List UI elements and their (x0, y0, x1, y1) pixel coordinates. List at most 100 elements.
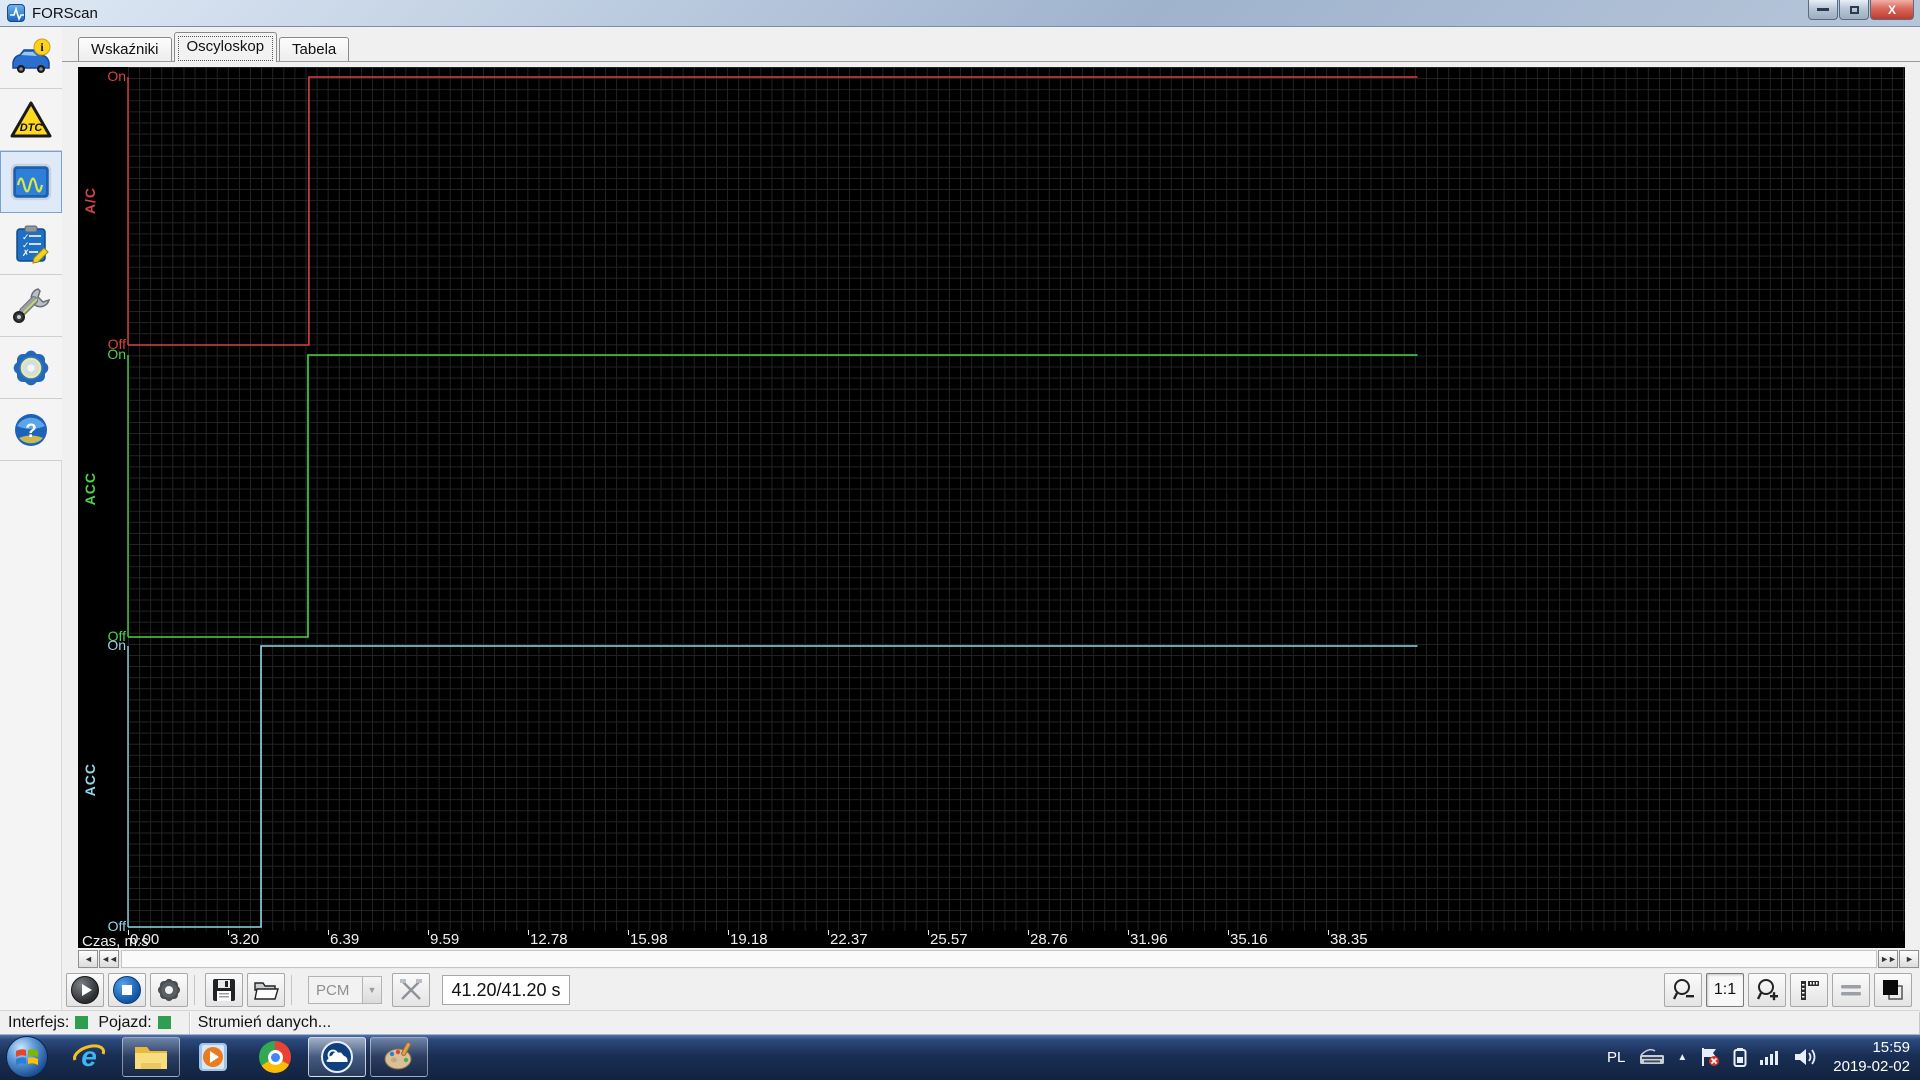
taskbar-item-paint[interactable] (370, 1037, 428, 1077)
trace-ac (128, 77, 1418, 345)
paint-icon (382, 1041, 416, 1073)
sidebar-item-service[interactable] (0, 275, 62, 337)
open-button[interactable] (247, 973, 285, 1007)
state-label: On (80, 638, 126, 653)
x-tick-label: 0.00 (128, 931, 159, 948)
record-settings-button[interactable] (150, 973, 188, 1007)
play-icon (71, 976, 99, 1004)
state-label: On (80, 69, 126, 84)
scroll-right-icon[interactable]: ► (1899, 950, 1919, 968)
open-folder-icon (252, 977, 280, 1003)
x-tick-label: 31.96 (1128, 931, 1168, 948)
battery-icon[interactable] (1733, 1047, 1747, 1067)
forscan-icon (320, 1040, 354, 1074)
activity-panel: Strumień danych... (190, 1012, 1920, 1034)
taskbar-item-forscan[interactable] (308, 1037, 366, 1077)
svg-text:?: ? (25, 421, 37, 442)
tab-oscyloskop[interactable]: Oscyloskop (174, 32, 278, 62)
trace-acc (128, 646, 1418, 927)
sidebar-item-help[interactable]: ? (0, 399, 62, 461)
sidebar-item-oscilloscope[interactable] (0, 151, 62, 213)
sidebar-item-tests[interactable]: ✓ ✓ ✗ (0, 213, 62, 275)
lines-icon (1838, 977, 1864, 1003)
sidebar-item-vehicle-info[interactable]: i (0, 27, 62, 89)
chevron-down-icon[interactable]: ▼ (362, 977, 381, 1003)
module-select[interactable]: PCM ▼ (308, 976, 382, 1004)
module-select-value: PCM (309, 982, 362, 999)
x-tick-label: 6.39 (328, 931, 359, 948)
crossed-probes-icon (398, 977, 424, 1003)
title-bar: FORScan X (0, 0, 1920, 27)
x-tick-label: 15.98 (628, 931, 668, 948)
keyboard-language[interactable]: PL (1607, 1049, 1625, 1066)
keyboard-icon[interactable] (1639, 1049, 1665, 1065)
scroll-right-fast-icon[interactable]: ►► (1878, 950, 1898, 968)
x-tick-label: 22.37 (828, 931, 868, 948)
oscilloscope-icon (10, 163, 52, 201)
stop-button[interactable] (108, 973, 146, 1007)
show-hidden-icons[interactable]: ▲ (1677, 1052, 1687, 1063)
time-display: 41.20/41.20 s (442, 975, 570, 1005)
zoom-reset-button[interactable]: 1:1 (1706, 973, 1744, 1007)
grid-style-button[interactable] (1832, 973, 1870, 1007)
taskbar-item-chrome[interactable] (246, 1037, 304, 1077)
clock[interactable]: 15:59 2019-02-02 (1833, 1038, 1910, 1076)
channel-name-label: A/C (82, 187, 100, 214)
chart-scrollbar: ◄ ◄◄ ►► ► (78, 950, 1920, 969)
interface-status-led (75, 1016, 88, 1029)
zoom-in-button[interactable] (1748, 973, 1786, 1007)
connection-status-panel: Interfejs: Pojazd: (0, 1012, 190, 1034)
sidebar-item-settings[interactable] (0, 337, 62, 399)
action-center-flag-icon[interactable] (1699, 1047, 1721, 1067)
vehicle-label: Pojazd: (98, 1014, 151, 1032)
x-tick-label: 25.57 (928, 931, 968, 948)
network-signal-icon[interactable] (1759, 1048, 1781, 1066)
dtc-triangle-icon: DTC (9, 100, 53, 140)
ruler-icon (1796, 977, 1822, 1003)
start-button[interactable] (6, 1036, 48, 1078)
signal-traces (78, 67, 1905, 948)
help-icon: ? (11, 410, 51, 450)
scroll-left-fast-icon[interactable]: ◄◄ (99, 950, 119, 968)
explorer-folder-icon (133, 1041, 169, 1073)
tab-wskazniki[interactable]: Wskaźniki (78, 37, 172, 62)
x-tick-label: 28.76 (1028, 931, 1068, 948)
signals-config-button[interactable] (392, 973, 430, 1007)
media-player-icon (196, 1040, 230, 1074)
car-info-icon: i (9, 38, 53, 78)
measure-button[interactable] (1790, 973, 1828, 1007)
state-label: Off (80, 919, 126, 934)
scroll-track[interactable] (121, 950, 1877, 968)
volume-icon[interactable] (1793, 1047, 1817, 1067)
x-tick-label: 3.20 (228, 931, 259, 948)
play-button[interactable] (66, 973, 104, 1007)
tray-time: 15:59 (1833, 1038, 1910, 1057)
minimize-button[interactable] (1808, 0, 1838, 20)
close-button[interactable]: X (1870, 0, 1914, 20)
taskbar-item-wmp[interactable] (184, 1037, 242, 1077)
scroll-left-icon[interactable]: ◄ (78, 950, 98, 968)
wrench-icon (10, 286, 52, 326)
zoom-out-button[interactable] (1664, 973, 1702, 1007)
tab-focus-outline (178, 36, 274, 61)
background-color-button[interactable] (1874, 973, 1912, 1007)
sidebar-item-dtc[interactable]: DTC (0, 89, 62, 151)
restore-button[interactable] (1839, 0, 1869, 20)
trace-acc (128, 355, 1418, 637)
taskbar-item-explorer[interactable] (122, 1037, 180, 1077)
chrome-icon (259, 1041, 291, 1073)
tests-clipboard-icon: ✓ ✓ ✗ (10, 224, 52, 264)
stop-icon (113, 976, 141, 1004)
gear-icon (10, 348, 52, 388)
tab-tabela[interactable]: Tabela (279, 37, 349, 62)
save-disk-icon (211, 977, 237, 1003)
save-button[interactable] (205, 973, 243, 1007)
taskbar-item-ie[interactable]: e (60, 1037, 118, 1077)
x-tick-label: 19.18 (728, 931, 768, 948)
tray-date: 2019-02-02 (1833, 1057, 1910, 1076)
zoom-out-icon (1670, 977, 1696, 1003)
state-label: On (80, 347, 126, 362)
svg-text:✗: ✗ (22, 248, 30, 258)
windows-taskbar: e (0, 1034, 1920, 1080)
sidebar: i DTC ✓ ✓ ✗ (0, 27, 62, 1080)
